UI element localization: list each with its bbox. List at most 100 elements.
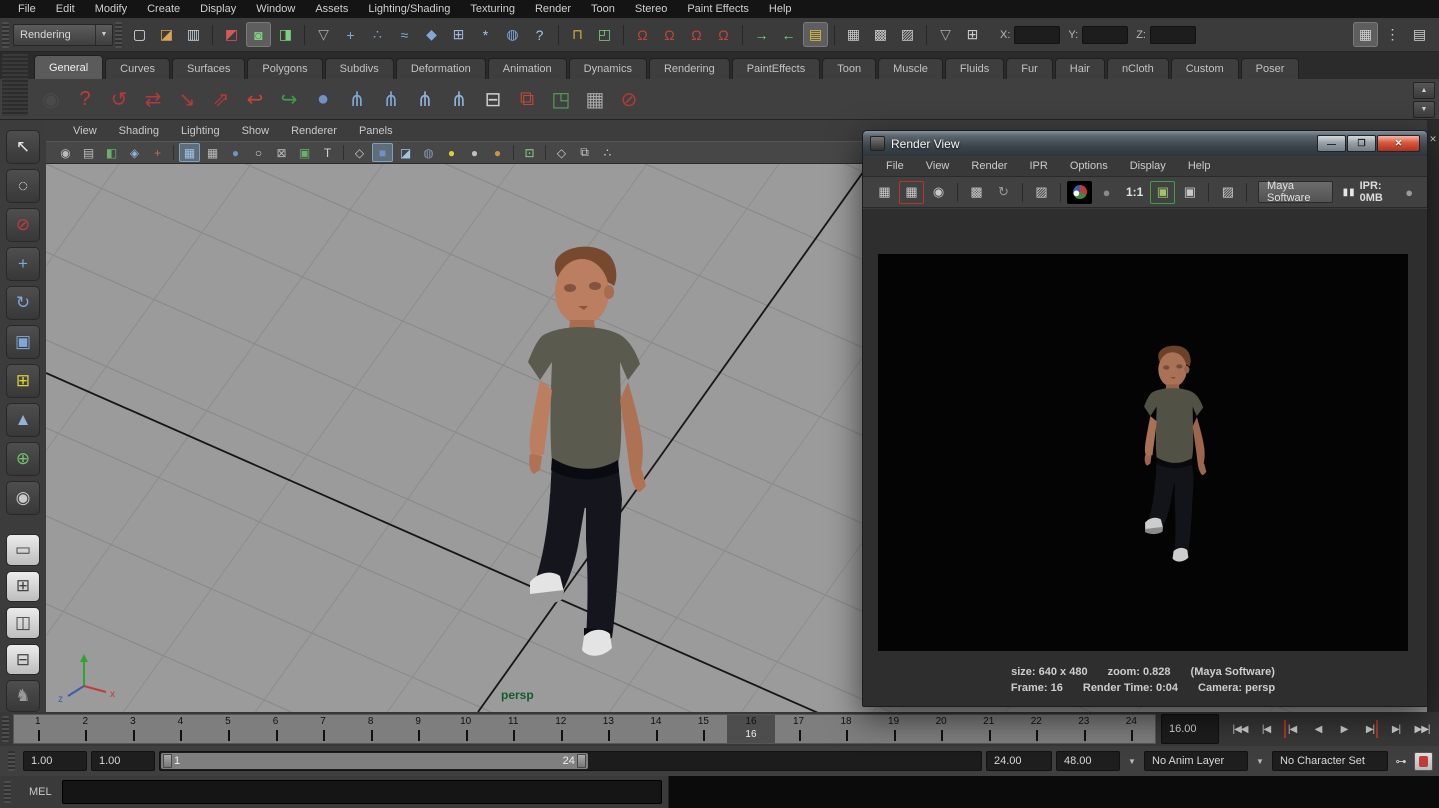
- menu-item[interactable]: Stereo: [625, 3, 677, 15]
- shelf-tab[interactable]: Deformation: [396, 58, 486, 79]
- play-backwards-button[interactable]: ◀: [1305, 716, 1331, 742]
- viewport-menu-item[interactable]: Panels: [348, 125, 404, 137]
- rendered-image[interactable]: [878, 254, 1408, 651]
- soft-modification-tool[interactable]: ▲: [6, 403, 40, 437]
- toolbar-grip[interactable]: [115, 22, 122, 48]
- lock-selection-icon[interactable]: ⊓: [565, 22, 590, 47]
- menu-item[interactable]: Display: [190, 3, 246, 15]
- playback-range-bar[interactable]: 1 24: [161, 753, 588, 769]
- scale-tool[interactable]: ▣: [6, 325, 40, 359]
- input-connections-icon[interactable]: →: [749, 22, 774, 47]
- playback-start-field[interactable]: 1.00: [91, 751, 155, 771]
- frame-cell[interactable]: 22 22: [1012, 715, 1060, 743]
- isolate-select-icon[interactable]: ⊡: [519, 143, 540, 162]
- step-forward-frame-button[interactable]: ▶|: [1383, 716, 1409, 742]
- frame-cell[interactable]: 9 9: [394, 715, 442, 743]
- frame-cell[interactable]: 4 4: [157, 715, 205, 743]
- range-start-handle[interactable]: [163, 754, 172, 768]
- frame-cell[interactable]: 23 23: [1060, 715, 1108, 743]
- renderer-dropdown[interactable]: Maya Software: [1258, 181, 1333, 203]
- create-node-icon[interactable]: ⧉: [510, 82, 544, 116]
- delete-unused-nodes-icon[interactable]: ●: [306, 82, 340, 116]
- poly-cube-icon[interactable]: ▦: [578, 82, 612, 116]
- 2d-pan-zoom-icon[interactable]: +: [147, 143, 168, 162]
- frame-cell[interactable]: 8 8: [347, 715, 395, 743]
- two-sided-lighting-icon[interactable]: ●: [487, 143, 508, 162]
- shelf-tab[interactable]: Subdivs: [325, 58, 394, 79]
- open-scene-icon[interactable]: ◪: [154, 22, 179, 47]
- viewport-menu-item[interactable]: Shading: [108, 125, 170, 137]
- camera-attributes-icon[interactable]: ▤: [78, 143, 99, 162]
- shelf-tab[interactable]: PaintEffects: [732, 58, 821, 79]
- snapshot-icon[interactable]: ◉: [926, 181, 951, 204]
- default-light-icon[interactable]: ●: [441, 143, 462, 162]
- new-scene-icon[interactable]: ▢: [127, 22, 152, 47]
- snap-to-view-planes-icon[interactable]: Ω: [711, 22, 736, 47]
- render-view-menu-item[interactable]: File: [875, 160, 915, 172]
- menu-set-dropdown[interactable]: Rendering ▼: [13, 24, 113, 46]
- textured-icon[interactable]: ◪: [395, 143, 416, 162]
- frame-cell[interactable]: 15 15: [680, 715, 728, 743]
- minimize-button[interactable]: —: [1317, 135, 1346, 152]
- menu-item[interactable]: Texturing: [460, 3, 525, 15]
- shelf-tab[interactable]: Muscle: [878, 58, 943, 79]
- select-curves-icon[interactable]: ≈: [392, 22, 417, 47]
- frame-cell[interactable]: 17 17: [775, 715, 823, 743]
- select-dynamics-icon[interactable]: *: [473, 22, 498, 47]
- frame-cell[interactable]: 19 19: [870, 715, 918, 743]
- select-object-icon[interactable]: ◙: [246, 22, 271, 47]
- render-view-menu-item[interactable]: Render: [960, 160, 1018, 172]
- step-back-frame-button[interactable]: |◀: [1253, 716, 1279, 742]
- camera-move-tool[interactable]: ◉: [6, 481, 40, 515]
- show-tool-settings-icon[interactable]: ⋮: [1380, 22, 1405, 47]
- scene-reel-icon[interactable]: ◉: [34, 82, 68, 116]
- current-time-field[interactable]: 16.00: [1161, 714, 1219, 744]
- shelf-tab[interactable]: General: [34, 55, 103, 79]
- close-icon[interactable]: ✕: [1427, 132, 1439, 146]
- shelf-tab[interactable]: Hair: [1055, 58, 1105, 79]
- ipr-render-icon[interactable]: ▩: [964, 181, 989, 204]
- snap-to-grids-icon[interactable]: Ω: [630, 22, 655, 47]
- character-model[interactable]: [490, 240, 670, 660]
- pause-ipr-icon[interactable]: ▮▮: [1343, 187, 1356, 198]
- safe-title-icon[interactable]: T: [317, 143, 338, 162]
- render-current-frame-icon[interactable]: ▦: [841, 22, 866, 47]
- group-icon[interactable]: ⋔: [340, 82, 374, 116]
- shelf-tab[interactable]: Fur: [1006, 58, 1053, 79]
- resolution-gate-icon[interactable]: ●: [225, 143, 246, 162]
- render-settings-icon[interactable]: ▨: [895, 22, 920, 47]
- render-view-menu-item[interactable]: View: [915, 160, 961, 172]
- single-pane-layout-button[interactable]: ▭: [6, 534, 40, 566]
- construction-history-icon[interactable]: ▤: [803, 22, 828, 47]
- move-tool[interactable]: +: [6, 247, 40, 281]
- grid-icon[interactable]: ▦: [179, 143, 200, 162]
- paint-effects-brush-icon[interactable]: ⊘: [612, 82, 646, 116]
- unparent-icon[interactable]: ⋔: [442, 82, 476, 116]
- save-scene-icon[interactable]: ▥: [181, 22, 206, 47]
- range-end-handle[interactable]: [577, 754, 586, 768]
- frame-cell[interactable]: 7 7: [299, 715, 347, 743]
- viewport-menu-item[interactable]: Show: [231, 125, 281, 137]
- shelf-grip[interactable]: [2, 54, 28, 116]
- select-by-name-icon[interactable]: ⊞: [960, 22, 985, 47]
- frame-cell[interactable]: 1 1: [14, 715, 62, 743]
- keep-image-icon[interactable]: ▣: [1150, 181, 1175, 204]
- shelf-scroll-down-icon[interactable]: ▼: [1413, 101, 1435, 118]
- menu-item[interactable]: Help: [759, 3, 802, 15]
- assign-material-icon[interactable]: ◳: [544, 82, 578, 116]
- shelf-tab[interactable]: Custom: [1171, 58, 1239, 79]
- x-coordinate-field[interactable]: [1014, 26, 1060, 44]
- shelf-tab[interactable]: Surfaces: [172, 58, 245, 79]
- zoom-ratio-label[interactable]: 1:1: [1126, 185, 1143, 199]
- render-view-menu-item[interactable]: IPR: [1018, 160, 1058, 172]
- frame-cell[interactable]: 16 16: [727, 715, 775, 743]
- time-slider-grip[interactable]: [2, 716, 9, 742]
- snap-to-curves-icon[interactable]: Ω: [657, 22, 682, 47]
- select-parm-points-icon[interactable]: ∴: [365, 22, 390, 47]
- film-gate-icon[interactable]: ▦: [202, 143, 223, 162]
- menu-item[interactable]: Toon: [581, 3, 625, 15]
- persp-graph-layout-button[interactable]: ⊟: [6, 644, 40, 676]
- select-component-icon[interactable]: ◨: [273, 22, 298, 47]
- tumble-camera-icon[interactable]: ↺: [102, 82, 136, 116]
- mel-command-input[interactable]: [62, 780, 662, 804]
